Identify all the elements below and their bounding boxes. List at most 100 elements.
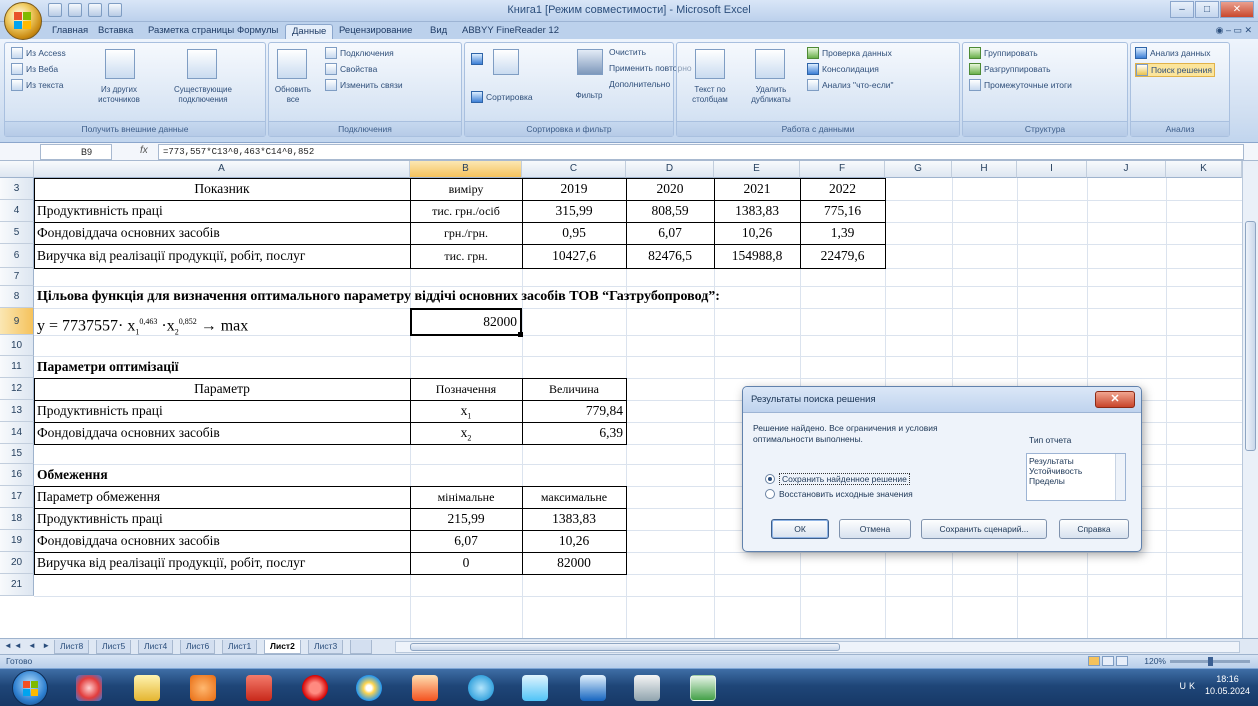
hscroll-thumb[interactable] (410, 643, 840, 651)
name-box[interactable]: B9 (40, 144, 112, 160)
cell-a12[interactable]: Параметр (34, 379, 410, 399)
from-access-button[interactable]: Из Access (11, 47, 66, 59)
sheet-tab[interactable]: Лист8 (54, 640, 90, 654)
row-header[interactable]: 20 (0, 552, 34, 574)
col-header-e[interactable]: E (714, 161, 800, 178)
tab-view[interactable]: Вид (424, 24, 453, 39)
clock[interactable]: 18:16 10.05.2024 (1205, 673, 1250, 697)
cell-a13[interactable]: Продуктивність праці (34, 401, 410, 421)
tab-insert[interactable]: Вставка (92, 24, 139, 39)
col-header-d[interactable]: D (626, 161, 714, 178)
refresh-all-button[interactable]: Обновить все (271, 85, 315, 105)
tab-abbyy[interactable]: ABBYY FineReader 12 (456, 24, 565, 39)
cell-b18[interactable]: 215,99 (410, 509, 522, 529)
row-header[interactable]: 13 (0, 400, 34, 422)
solver-button[interactable]: Поиск решения (1135, 63, 1215, 77)
col-header-f[interactable]: F (800, 161, 885, 178)
opera-icon[interactable] (302, 675, 328, 701)
row-header[interactable]: 14 (0, 422, 34, 444)
from-web-button[interactable]: Из Веба (11, 63, 58, 75)
radio-restore[interactable] (765, 489, 775, 499)
cell-c4[interactable]: 315,99 (522, 201, 626, 221)
cell-c18[interactable]: 1383,83 (522, 509, 626, 529)
text-to-columns-button[interactable]: Текст по столбцам (681, 85, 739, 105)
back-arrow-icon[interactable] (522, 675, 548, 701)
close-button[interactable]: ✕ (1220, 1, 1254, 18)
consolidate-button[interactable]: Консолидация (807, 63, 879, 75)
keep-solution-option[interactable]: Сохранить найденное решение (765, 473, 910, 485)
cell-a16[interactable]: Обмеження (34, 465, 410, 485)
row-header[interactable]: 9 (0, 308, 34, 335)
report-item[interactable]: Пределы (1029, 476, 1123, 486)
cell-b17[interactable]: мінімальне (410, 487, 522, 507)
col-header-j[interactable]: J (1087, 161, 1166, 178)
cell-d6[interactable]: 82476,5 (626, 246, 714, 266)
row-header[interactable]: 10 (0, 335, 34, 356)
row-header[interactable]: 16 (0, 464, 34, 486)
cell-f5[interactable]: 1,39 (800, 223, 885, 243)
skype-icon[interactable] (468, 675, 494, 701)
image-viewer-icon[interactable] (412, 675, 438, 701)
row-header[interactable]: 12 (0, 378, 34, 400)
advanced-filter-button[interactable]: Дополнительно (609, 79, 670, 89)
existing-connections-button[interactable]: Существующие подключения (163, 85, 243, 105)
col-header-c[interactable]: C (522, 161, 626, 178)
edit-links-button[interactable]: Изменить связи (325, 79, 403, 91)
row-header[interactable]: 7 (0, 268, 34, 286)
tab-home[interactable]: Главная (46, 24, 94, 39)
sheet-tab[interactable]: Лист3 (308, 640, 344, 654)
tab-page-layout[interactable]: Разметка страницы (142, 24, 240, 39)
row-header[interactable]: 15 (0, 444, 34, 464)
restore-values-option[interactable]: Восстановить исходные значения (765, 489, 913, 499)
system-tray[interactable]: UK (1179, 681, 1198, 691)
row-header[interactable]: 8 (0, 286, 34, 308)
col-header-i[interactable]: I (1017, 161, 1087, 178)
cell-b12[interactable]: Позначення (410, 379, 522, 399)
cell-a5[interactable]: Фондовіддача основних засобів (34, 223, 410, 243)
sheet-tab-active[interactable]: Лист2 (264, 640, 301, 654)
cell-e5[interactable]: 10,26 (714, 223, 800, 243)
cell-b4[interactable]: тис. грн./осіб (410, 201, 522, 221)
data-validation-button[interactable]: Проверка данных (807, 47, 892, 59)
cell-a3[interactable]: Показник (34, 179, 410, 199)
office-button[interactable] (4, 2, 42, 40)
remove-duplicates-button[interactable]: Удалить дубликаты (741, 85, 801, 105)
row-header[interactable]: 17 (0, 486, 34, 508)
media-player-icon[interactable] (190, 675, 216, 701)
ribbon-window-controls[interactable]: ◉ – ▭ ✕ (1216, 25, 1252, 36)
page-layout-view-icon[interactable] (1102, 656, 1114, 666)
row-header[interactable]: 21 (0, 574, 34, 596)
cell-b20[interactable]: 0 (410, 553, 522, 573)
cell-f4[interactable]: 775,16 (800, 201, 885, 221)
cell-f3[interactable]: 2022 (800, 179, 885, 199)
cell-b3[interactable]: виміру (410, 179, 522, 199)
sheet-tab[interactable]: Лист6 (180, 640, 216, 654)
report-item[interactable]: Устойчивость (1029, 466, 1123, 476)
new-sheet-icon[interactable] (350, 640, 372, 654)
zoom-level[interactable]: 120% (1144, 656, 1166, 666)
cell-c3[interactable]: 2019 (522, 179, 626, 199)
row-header[interactable]: 19 (0, 530, 34, 552)
maximize-button[interactable]: □ (1195, 1, 1219, 18)
tab-formulas[interactable]: Формулы (231, 24, 284, 39)
row-header[interactable]: 11 (0, 356, 34, 378)
ok-button[interactable]: ОК (771, 519, 829, 539)
start-button[interactable] (12, 670, 48, 706)
cell-c12[interactable]: Величина (522, 379, 626, 399)
fx-icon[interactable]: fx (140, 145, 148, 156)
cell-f6[interactable]: 22479,6 (800, 246, 885, 266)
excel-icon[interactable] (690, 675, 716, 701)
cell-a8[interactable]: Цільова функція для визначення оптимальн… (34, 287, 1164, 307)
zoom-slider[interactable] (1170, 657, 1250, 666)
cell-e6[interactable]: 154988,8 (714, 246, 800, 266)
cell-c6[interactable]: 10427,6 (522, 246, 626, 266)
cell-b19[interactable]: 6,07 (410, 531, 522, 551)
subtotals-button[interactable]: Промежуточные итоги (969, 79, 1072, 91)
cell-a6[interactable]: Виручка від реалізації продукції, робіт,… (34, 246, 410, 266)
clear-filter-button[interactable]: Очистить (609, 47, 646, 57)
cell-b14[interactable]: x2 (410, 423, 522, 449)
vertical-scrollbar[interactable] (1242, 161, 1258, 638)
col-header-k[interactable]: K (1166, 161, 1242, 178)
cell-b5[interactable]: грн./грн. (410, 223, 522, 243)
col-header-b[interactable]: B (410, 161, 522, 178)
